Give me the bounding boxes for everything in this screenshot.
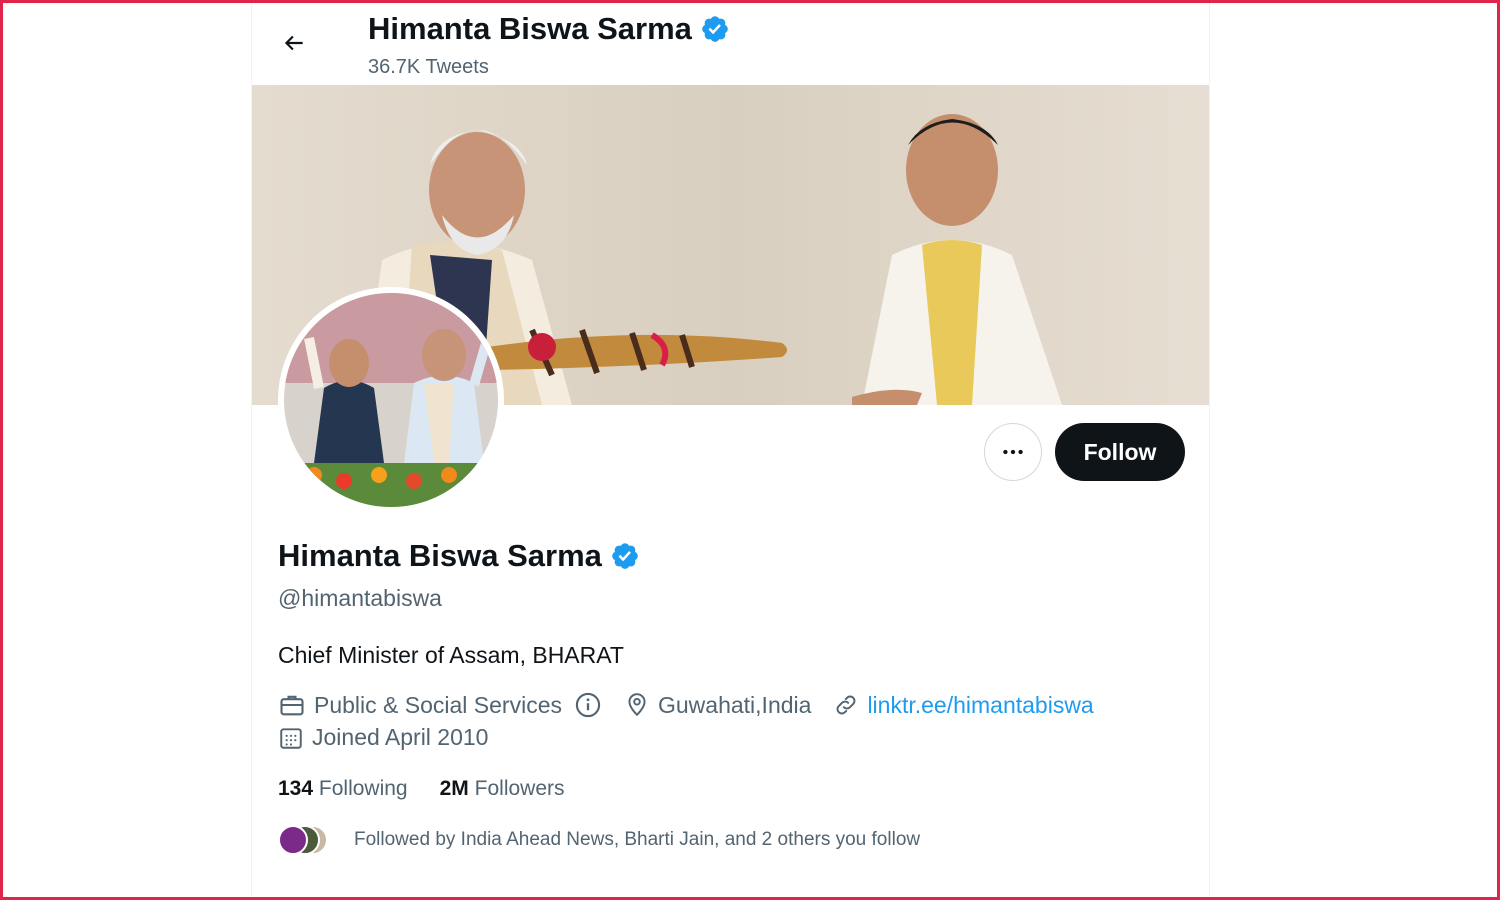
follower-avatars [278,823,342,857]
profile-header: Himanta Biswa Sarma 36.7K Tweets [252,3,1209,85]
profile-category: Public & Social Services [278,691,602,719]
profile-column: Himanta Biswa Sarma 36.7K Tweets Follow … [251,3,1210,897]
arrow-left-icon [284,35,303,51]
more-horizontal-icon [1003,449,1023,455]
back-button[interactable] [274,23,314,63]
profile-joined: Joined April 2010 [278,724,488,751]
briefcase-icon [280,695,304,716]
website-link[interactable]: linktr.ee/himantabiswa [867,692,1093,719]
header-name: Himanta Biswa Sarma [368,11,692,46]
followed-by-text: Followed by India Ahead News, Bharti Jai… [354,829,921,850]
follow-button[interactable]: Follow [1055,423,1185,481]
joined-text: Joined April 2010 [312,724,489,750]
tweet-count: 36.7K Tweets [368,56,489,78]
profile-bio: Chief Minister of Assam, BHARAT [278,642,624,668]
follower-avatar [278,825,308,855]
followers-count: 2M [439,777,469,800]
profile-avatar[interactable] [278,287,504,513]
info-icon[interactable] [574,691,602,719]
verified-badge-icon [702,16,728,42]
location-text: Guwahati,India [658,691,812,718]
avatar-image [284,293,498,507]
link-icon [836,695,856,715]
more-options-button[interactable] [984,423,1042,481]
header-title: Himanta Biswa Sarma [368,11,730,47]
profile-meta-row-joined: Joined April 2010 [278,724,510,751]
following-label: Following [318,777,408,800]
followers-label: Followers [474,777,565,800]
followed-by-row[interactable]: Followed by India Ahead News, Bharti Jai… [278,823,920,857]
profile-website[interactable]: linktr.ee/himantabiswa [833,692,1094,719]
location-pin-icon [628,693,646,717]
profile-name-row: Himanta Biswa Sarma [278,538,640,574]
follow-stats: 134 Following 2M Followers [278,777,565,801]
profile-handle: @himantabiswa [278,585,442,611]
profile-meta-row: Public & Social Services Guwahati,India … [278,691,1116,719]
profile-location: Guwahati,India [624,692,811,719]
calendar-icon [280,727,302,749]
following-stat[interactable]: 134 Following [278,777,408,801]
profile-name: Himanta Biswa Sarma [278,538,602,573]
category-text: Public & Social Services [314,691,562,718]
followers-stat[interactable]: 2M Followers [440,777,565,801]
following-count: 134 [278,777,314,800]
verified-badge-icon[interactable] [610,541,640,571]
